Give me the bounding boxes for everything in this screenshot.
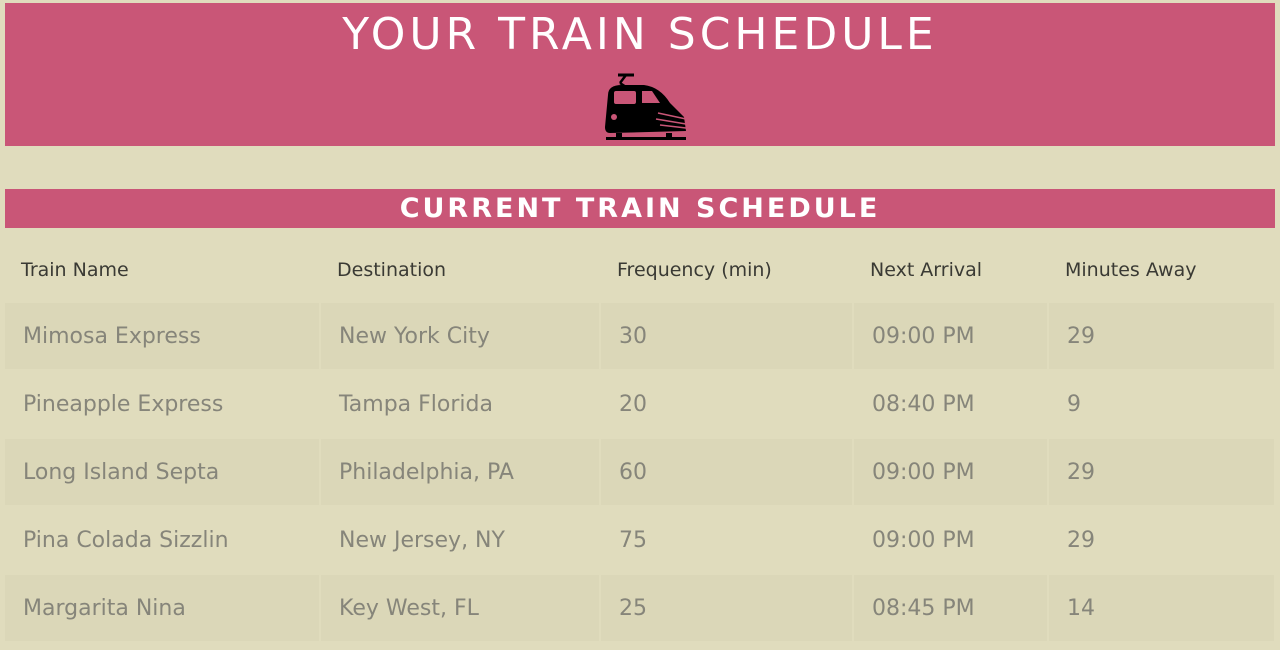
frequency-cell: 25 <box>601 575 854 641</box>
table-header: Train Name Destination Frequency (min) N… <box>5 238 1274 302</box>
destination-cell: Tampa Florida <box>321 371 601 437</box>
section-title: CURRENT TRAIN SCHEDULE <box>399 193 881 224</box>
train-name-cell: Mimosa Express <box>5 303 321 369</box>
minutes-away-cell: 9 <box>1067 391 1081 417</box>
column-header-minutes-away: Minutes Away <box>1065 259 1197 281</box>
next-arrival-cell: 08:45 PM <box>854 575 1049 641</box>
train-name-cell: Margarita Nina <box>5 575 321 641</box>
next-arrival-cell: 08:40 PM <box>854 371 1049 437</box>
minutes-away-cell: 29 <box>1067 527 1095 553</box>
train-name-cell: Long Island Septa <box>5 439 321 505</box>
train-icon <box>605 73 687 140</box>
schedule-table: Train Name Destination Frequency (min) N… <box>5 238 1274 642</box>
frequency-cell: 75 <box>601 507 854 573</box>
table-row: Margarita Nina Key West, FL 25 08:45 PM … <box>5 574 1274 642</box>
column-header-destination: Destination <box>337 259 447 281</box>
frequency-cell: 20 <box>601 371 854 437</box>
destination-cell: New York City <box>321 303 601 369</box>
minutes-away-cell: 29 <box>1049 303 1274 369</box>
minutes-away-cell: 29 <box>1049 439 1274 505</box>
next-arrival-cell: 09:00 PM <box>854 303 1049 369</box>
header-banner: YOUR TRAIN SCHEDULE <box>5 3 1275 146</box>
minutes-away-cell: 14 <box>1049 575 1274 641</box>
column-header-frequency: Frequency (min) <box>617 259 772 281</box>
table-row: Pina Colada Sizzlin New Jersey, NY 75 09… <box>5 506 1274 574</box>
section-header: CURRENT TRAIN SCHEDULE <box>5 189 1275 228</box>
table-row: Pineapple Express Tampa Florida 20 08:40… <box>5 370 1274 438</box>
column-header-next-arrival: Next Arrival <box>870 259 983 281</box>
destination-cell: Key West, FL <box>321 575 601 641</box>
frequency-cell: 30 <box>601 303 854 369</box>
next-arrival-cell: 09:00 PM <box>854 507 1049 573</box>
destination-cell: New Jersey, NY <box>321 507 601 573</box>
next-arrival-cell: 09:00 PM <box>854 439 1049 505</box>
column-header-train-name: Train Name <box>21 259 129 281</box>
train-name-cell: Pina Colada Sizzlin <box>5 507 321 573</box>
destination-cell: Philadelphia, PA <box>321 439 601 505</box>
frequency-cell: 60 <box>601 439 854 505</box>
table-row: Long Island Septa Philadelphia, PA 60 09… <box>5 438 1274 506</box>
train-name-cell: Pineapple Express <box>5 371 321 437</box>
table-row: Mimosa Express New York City 30 09:00 PM… <box>5 302 1274 370</box>
page-title: YOUR TRAIN SCHEDULE <box>342 9 938 60</box>
